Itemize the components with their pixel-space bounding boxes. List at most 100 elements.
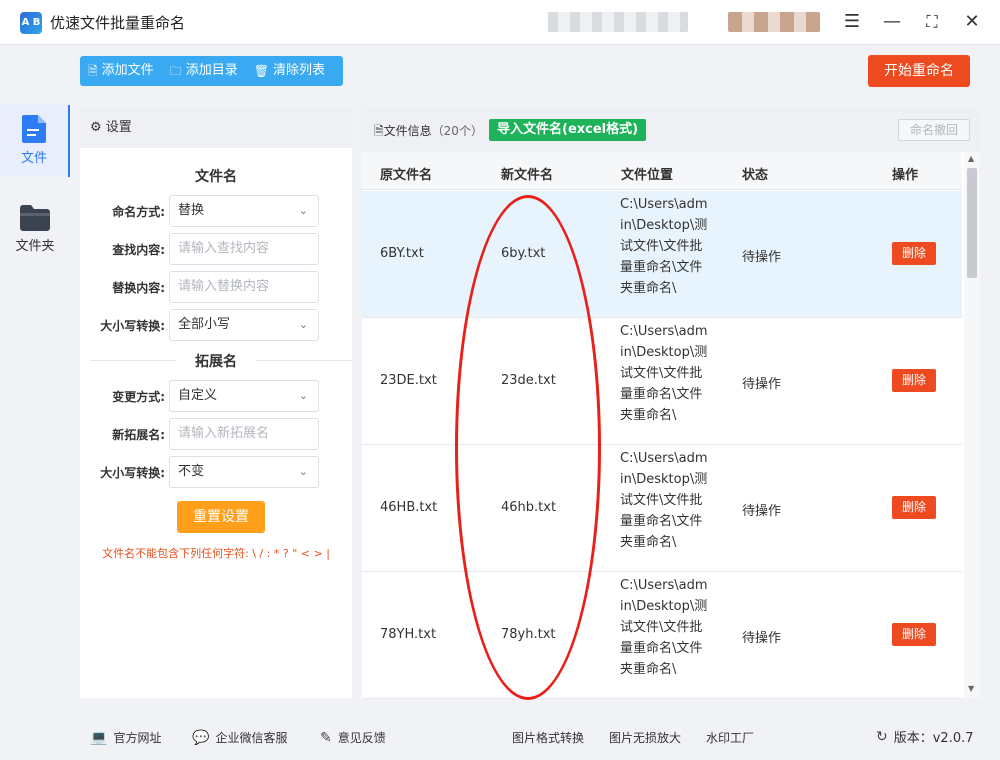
new-name-cell: 23de.txt xyxy=(501,373,556,388)
title-bar: A B 优速文件批量重命名 ☰ — ⛶ ✕ xyxy=(0,0,1000,45)
footer-bar: 💻 官方网址 💬 企业微信客服 ✎ 意见反馈 图片格式转换 图片无损放大 水印工厂 ↻… xyxy=(70,713,1000,760)
file-add-icon: 🗎 xyxy=(88,64,98,78)
delete-button[interactable]: 删除 xyxy=(892,496,936,519)
extension-section-title: 拓展名 xyxy=(176,351,256,371)
settings-panel: ⚙ 设置 文件名 命名方式: 替换 ⌄ 查找内容: 请输入查找内容 替换内容: 请… xyxy=(80,108,352,698)
image-enlarge-link[interactable]: 图片无损放大 xyxy=(609,729,681,746)
nav-label-file: 文件 xyxy=(20,151,47,166)
website-icon: 💻 xyxy=(90,729,108,746)
add-file-button[interactable]: 🗎 添加文件 xyxy=(80,56,162,86)
document-icon: 🗎 xyxy=(374,124,384,138)
original-name-cell: 78YH.txt xyxy=(380,627,437,642)
chevron-down-icon: ⌄ xyxy=(298,389,308,402)
column-new-name: 新文件名 xyxy=(501,168,554,183)
new-extension-input[interactable]: 请输入新拓展名 xyxy=(169,418,319,450)
new-name-cell: 6by.txt xyxy=(501,246,546,261)
naming-mode-select[interactable]: 替换 ⌄ xyxy=(169,195,319,227)
version-label: 版本：v2.0.7 xyxy=(893,731,974,746)
replace-input[interactable]: 请输入替换内容 xyxy=(169,271,319,303)
delete-button[interactable]: 删除 xyxy=(892,242,936,265)
feedback-link[interactable]: ✎ 意见反馈 xyxy=(320,729,386,746)
chevron-down-icon: ⌄ xyxy=(298,465,308,478)
file-list-header: 🗎文件信息（20个） 导入文件名(excel格式) 命名撤回 xyxy=(362,108,980,152)
table-header: 原文件名 新文件名 文件位置 状态 操作 xyxy=(362,152,962,190)
add-file-label: 添加文件 xyxy=(101,63,154,78)
new-name-cell: 46hb.txt xyxy=(501,500,557,515)
scroll-down-arrow-icon[interactable]: ▼ xyxy=(968,684,974,693)
location-cell: C:\Users\admin\Desktop\测试文件\文件批量重命名\文件夹重… xyxy=(620,197,708,296)
wechat-label: 企业微信客服 xyxy=(215,731,288,745)
file-list-panel: 🗎文件信息（20个） 导入文件名(excel格式) 命名撤回 原文件名 新文件名… xyxy=(362,108,980,699)
import-filenames-button[interactable]: 导入文件名(excel格式) xyxy=(489,119,647,141)
filename-section-title: 文件名 xyxy=(195,169,237,185)
find-input[interactable]: 请输入查找内容 xyxy=(169,233,319,265)
extension-case-label: 大小写转换: xyxy=(100,466,165,480)
nav-label-folder: 文件夹 xyxy=(15,239,55,254)
trash-icon: 🗑 xyxy=(253,64,269,78)
scroll-thumb[interactable] xyxy=(967,168,977,278)
menu-icon[interactable]: ☰ xyxy=(838,9,866,35)
vertical-scrollbar[interactable]: ▲ ▼ xyxy=(964,152,980,698)
app-logo: A B xyxy=(20,12,42,34)
file-icon xyxy=(22,115,46,143)
feedback-icon: ✎ xyxy=(320,729,332,746)
watermark-link[interactable]: 水印工厂 xyxy=(706,729,754,746)
blurred-user-info xyxy=(548,12,688,32)
close-icon[interactable]: ✕ xyxy=(958,9,986,35)
change-mode-value: 自定义 xyxy=(178,388,218,403)
table-row[interactable]: 23DE.txt 23de.txt C:\Users\admin\Desktop… xyxy=(362,318,962,445)
case-value: 全部小写 xyxy=(178,317,231,332)
location-cell: C:\Users\admin\Desktop\测试文件\文件批量重命名\文件夹重… xyxy=(620,578,708,677)
nav-item-folder[interactable]: 文件夹 xyxy=(0,195,70,267)
nav-item-file[interactable]: 文件 xyxy=(0,105,70,177)
location-cell: C:\Users\admin\Desktop\测试文件\文件批量重命名\文件夹重… xyxy=(620,324,708,423)
add-directory-button[interactable]: 🗀 添加目录 xyxy=(162,56,246,86)
extension-case-select[interactable]: 不变 ⌄ xyxy=(169,456,319,488)
status-cell: 待操作 xyxy=(742,504,782,519)
website-link[interactable]: 💻 官方网址 xyxy=(90,729,161,746)
status-cell: 待操作 xyxy=(742,377,782,392)
change-mode-label: 变更方式: xyxy=(112,390,165,404)
image-convert-link[interactable]: 图片格式转换 xyxy=(512,729,584,746)
clear-list-button[interactable]: 🗑 清除列表 xyxy=(246,56,333,86)
column-location: 文件位置 xyxy=(621,168,674,183)
toolbar: 🗎 添加文件 🗀 添加目录 🗑 清除列表 xyxy=(80,56,343,86)
extension-case-value: 不变 xyxy=(178,464,205,479)
add-directory-label: 添加目录 xyxy=(185,63,238,78)
minimize-icon[interactable]: — xyxy=(878,9,906,35)
change-mode-select[interactable]: 自定义 ⌄ xyxy=(169,380,319,412)
wechat-support-link[interactable]: 💬 企业微信客服 xyxy=(192,729,287,746)
app-title: 优速文件批量重命名 xyxy=(50,14,186,32)
new-extension-label: 新拓展名: xyxy=(112,428,165,442)
reset-settings-button[interactable]: 重置设置 xyxy=(177,501,265,533)
chat-icon: 💬 xyxy=(192,729,210,746)
chevron-down-icon: ⌄ xyxy=(298,318,308,331)
folder-icon xyxy=(20,205,50,231)
blurred-user-avatar xyxy=(728,12,820,32)
replace-label: 替换内容: xyxy=(112,281,165,295)
file-info-label: 文件信息 xyxy=(383,124,432,138)
side-navigation: 文件 文件夹 xyxy=(0,45,70,760)
case-select[interactable]: 全部小写 ⌄ xyxy=(169,309,319,341)
status-cell: 待操作 xyxy=(742,631,782,646)
table-row[interactable]: 46HB.txt 46hb.txt C:\Users\admin\Desktop… xyxy=(362,445,962,572)
undo-rename-button[interactable]: 命名撤回 xyxy=(898,119,970,141)
column-original-name: 原文件名 xyxy=(380,168,433,183)
column-status: 状态 xyxy=(742,168,769,183)
delete-button[interactable]: 删除 xyxy=(892,623,936,646)
version-info[interactable]: ↻ 版本：v2.0.7 xyxy=(876,727,974,747)
naming-mode-label: 命名方式: xyxy=(112,205,165,219)
delete-button[interactable]: 删除 xyxy=(892,369,936,392)
chevron-down-icon: ⌄ xyxy=(298,204,308,217)
fullscreen-icon[interactable]: ⛶ xyxy=(918,9,946,35)
table-row[interactable]: 78YH.txt 78yh.txt C:\Users\admin\Desktop… xyxy=(362,572,962,699)
original-name-cell: 46HB.txt xyxy=(380,500,438,515)
start-rename-button[interactable]: 开始重命名 xyxy=(868,55,970,87)
invalid-characters-warning: 文件名不能包含下列任何字符: \ / : * ? " < > | xyxy=(102,547,330,560)
table-row[interactable]: 6BY.txt 6by.txt C:\Users\admin\Desktop\测… xyxy=(362,191,962,318)
gear-icon: ⚙ xyxy=(90,120,102,135)
settings-title: 设置 xyxy=(105,120,132,135)
clear-list-label: 清除列表 xyxy=(272,63,325,78)
folder-add-icon: 🗀 xyxy=(169,64,182,78)
scroll-up-arrow-icon[interactable]: ▲ xyxy=(968,154,974,163)
